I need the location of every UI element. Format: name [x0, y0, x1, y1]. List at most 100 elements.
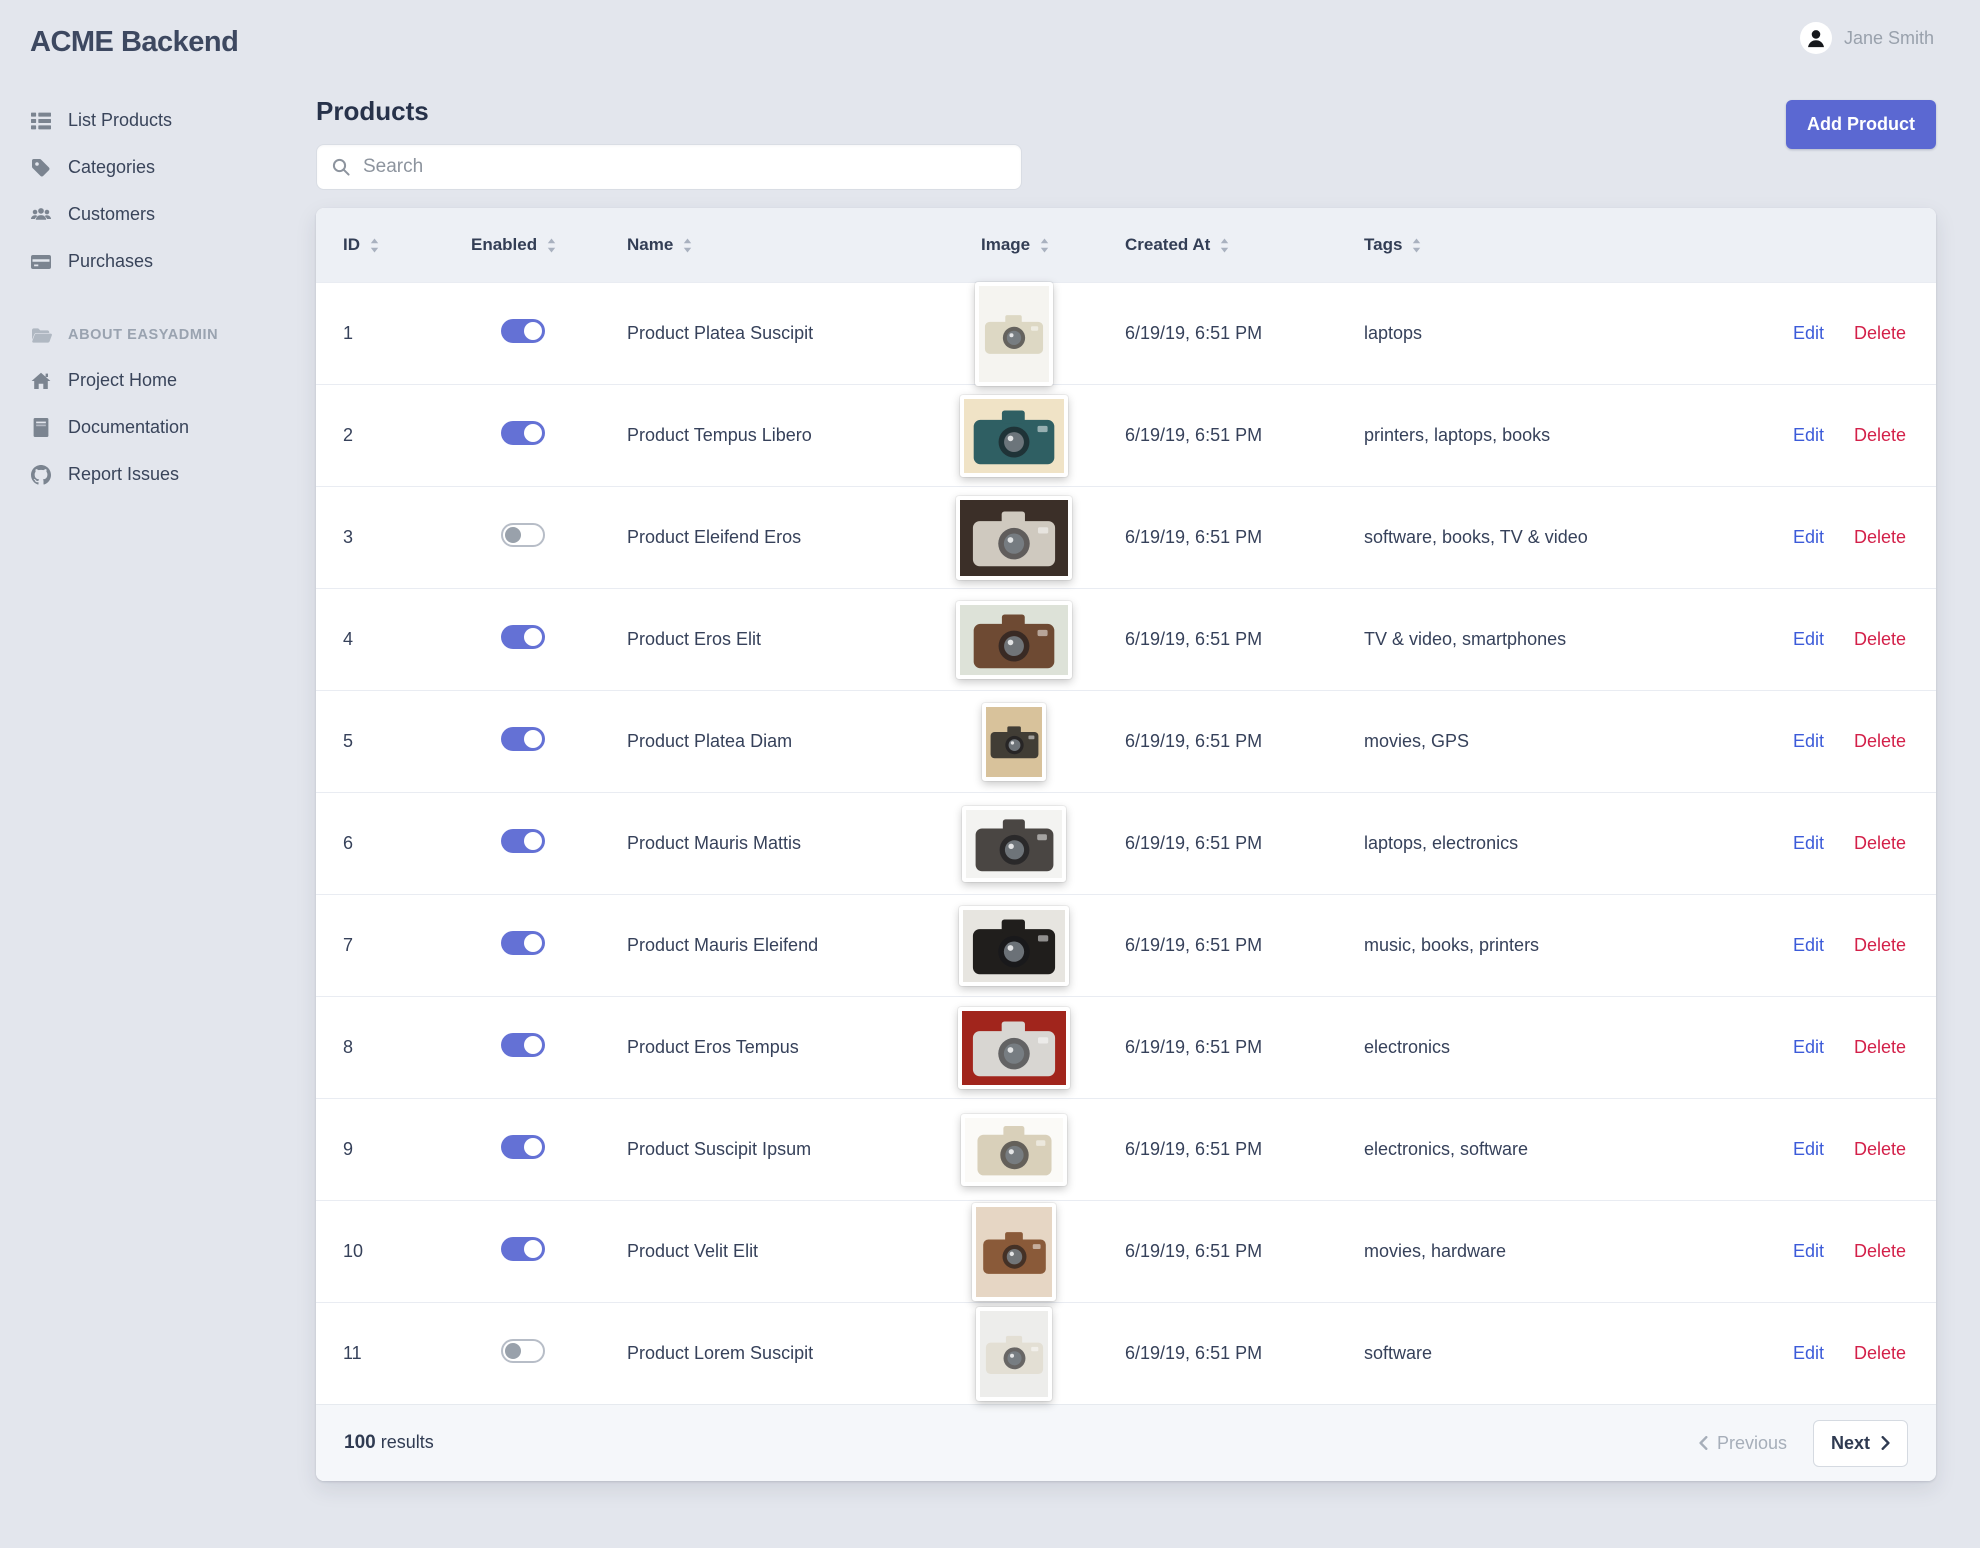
cell-created-at: 6/19/19, 6:51 PM	[1125, 425, 1263, 445]
table-row: 8 Product Eros Tempus 6/19/19, 6:51 PM e…	[316, 996, 1936, 1098]
cell-created-at: 6/19/19, 6:51 PM	[1125, 1241, 1263, 1261]
cell-name: Product Eros Elit	[627, 629, 762, 649]
results-count: 100 results	[344, 1432, 434, 1454]
column-header-name[interactable]: Name	[627, 235, 956, 255]
cell-id: 5	[343, 731, 354, 751]
cell-tags: software	[1364, 1343, 1433, 1363]
enabled-toggle[interactable]	[501, 523, 545, 547]
sort-icon	[1039, 238, 1050, 253]
search-icon	[331, 157, 351, 177]
edit-link[interactable]: Edit	[1793, 323, 1824, 344]
cell-created-at: 6/19/19, 6:51 PM	[1125, 731, 1263, 751]
edit-link[interactable]: Edit	[1793, 935, 1824, 956]
delete-link[interactable]: Delete	[1854, 629, 1906, 650]
cell-created-at: 6/19/19, 6:51 PM	[1125, 935, 1263, 955]
cell-created-at: 6/19/19, 6:51 PM	[1125, 833, 1263, 853]
table-footer: 100 results Previous Next	[316, 1404, 1936, 1481]
enabled-toggle[interactable]	[501, 727, 545, 751]
edit-link[interactable]: Edit	[1793, 527, 1824, 548]
sidebar-main-nav: List Products Categories Customers Purch…	[30, 97, 296, 285]
delete-link[interactable]: Delete	[1854, 1037, 1906, 1058]
enabled-toggle[interactable]	[501, 1135, 545, 1159]
delete-link[interactable]: Delete	[1854, 1343, 1906, 1364]
previous-label: Previous	[1716, 1432, 1787, 1453]
home-icon	[30, 372, 52, 390]
edit-link[interactable]: Edit	[1793, 1037, 1824, 1058]
enabled-toggle[interactable]	[501, 931, 545, 955]
edit-link[interactable]: Edit	[1793, 1139, 1824, 1160]
cell-tags: music, books, printers	[1364, 935, 1540, 955]
results-suffix: results	[380, 1432, 434, 1452]
sidebar-item-purchases[interactable]: Purchases	[30, 238, 296, 285]
cell-id: 3	[343, 527, 354, 547]
cell-created-at: 6/19/19, 6:51 PM	[1125, 1037, 1263, 1057]
users-icon	[30, 206, 52, 223]
delete-link[interactable]: Delete	[1854, 833, 1906, 854]
cell-tags: electronics	[1364, 1037, 1451, 1057]
table-row: 7 Product Mauris Eleifend 6/19/19, 6:51 …	[316, 894, 1936, 996]
edit-link[interactable]: Edit	[1793, 425, 1824, 446]
cell-id: 1	[343, 323, 354, 343]
column-header-id[interactable]: ID	[316, 235, 471, 255]
tag-icon	[30, 158, 52, 178]
search-input[interactable]	[316, 144, 1022, 190]
pagination-next[interactable]: Next	[1812, 1419, 1908, 1467]
column-header-created-at[interactable]: Created At	[1125, 235, 1364, 255]
cell-tags: laptops, electronics	[1364, 833, 1519, 853]
search-bar	[316, 144, 1022, 190]
edit-link[interactable]: Edit	[1793, 833, 1824, 854]
delete-link[interactable]: Delete	[1854, 527, 1906, 548]
cell-name: Product Platea Suscipit	[627, 323, 814, 343]
edit-link[interactable]: Edit	[1793, 629, 1824, 650]
edit-link[interactable]: Edit	[1793, 731, 1824, 752]
enabled-toggle[interactable]	[501, 829, 545, 853]
table-row: 1 Product Platea Suscipit 6/19/19, 6:51 …	[316, 281, 1936, 386]
delete-link[interactable]: Delete	[1854, 935, 1906, 956]
cell-id: 10	[343, 1241, 364, 1261]
cell-created-at: 6/19/19, 6:51 PM	[1125, 323, 1263, 343]
sidebar-item-label: Purchases	[68, 251, 154, 271]
edit-link[interactable]: Edit	[1793, 1241, 1824, 1262]
sidebar-item-list-products[interactable]: List Products	[30, 97, 296, 144]
book-icon	[30, 418, 52, 437]
delete-link[interactable]: Delete	[1854, 731, 1906, 752]
cell-tags: electronics, software	[1364, 1139, 1529, 1159]
add-product-button[interactable]: Add Product	[1786, 100, 1936, 149]
sort-icon	[1411, 238, 1422, 253]
cell-name: Product Platea Diam	[627, 731, 793, 751]
sidebar-item-customers[interactable]: Customers	[30, 191, 296, 238]
enabled-toggle[interactable]	[501, 319, 545, 343]
sidebar-item-report-issues[interactable]: Report Issues	[30, 451, 296, 498]
column-header-image[interactable]: Image	[956, 235, 1125, 255]
sidebar-item-project-home[interactable]: Project Home	[30, 357, 296, 404]
cell-id: 11	[343, 1343, 362, 1363]
cell-created-at: 6/19/19, 6:51 PM	[1125, 1343, 1263, 1363]
enabled-toggle[interactable]	[501, 1033, 545, 1057]
column-header-enabled[interactable]: Enabled	[471, 235, 627, 255]
sidebar-item-documentation[interactable]: Documentation	[30, 404, 296, 451]
edit-link[interactable]: Edit	[1793, 1343, 1824, 1364]
product-image	[958, 1006, 1070, 1089]
delete-link[interactable]: Delete	[1854, 425, 1906, 446]
pagination: Previous Next	[1699, 1419, 1908, 1467]
enabled-toggle[interactable]	[501, 625, 545, 649]
sidebar-item-categories[interactable]: Categories	[30, 144, 296, 191]
cell-name: Product Tempus Libero	[627, 425, 812, 445]
pagination-previous[interactable]: Previous	[1699, 1433, 1787, 1454]
cell-id: 2	[343, 425, 354, 445]
enabled-toggle[interactable]	[501, 1339, 545, 1363]
app-title[interactable]: ACME Backend	[30, 26, 296, 59]
enabled-toggle[interactable]	[501, 1237, 545, 1261]
cell-tags: laptops	[1364, 323, 1423, 343]
product-image	[976, 1306, 1052, 1401]
product-image	[961, 1113, 1067, 1186]
delete-link[interactable]: Delete	[1854, 1241, 1906, 1262]
table-header-row: ID Enabled Name Image Created At Tags	[316, 208, 1936, 282]
product-image	[972, 1202, 1056, 1301]
sidebar-section-about: ABOUT EASYADMIN	[30, 313, 296, 357]
delete-link[interactable]: Delete	[1854, 323, 1906, 344]
column-header-tags[interactable]: Tags	[1364, 235, 1664, 255]
enabled-toggle[interactable]	[501, 421, 545, 445]
cell-name: Product Mauris Mattis	[627, 833, 802, 853]
delete-link[interactable]: Delete	[1854, 1139, 1906, 1160]
